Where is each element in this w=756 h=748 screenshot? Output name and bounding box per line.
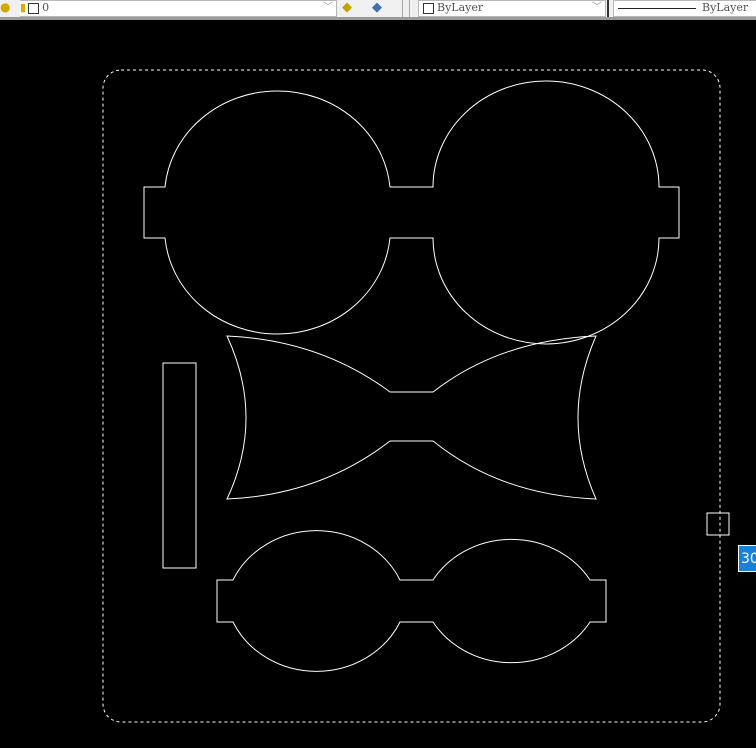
layer-color-swatch bbox=[28, 2, 40, 14]
center-strap-shape[interactable] bbox=[162, 362, 197, 569]
toolbar-separator bbox=[402, 0, 410, 17]
layer-state-icons[interactable]: ● bbox=[0, 0, 18, 15]
toolbar-separator bbox=[607, 0, 609, 17]
drawing-canvas[interactable] bbox=[0, 20, 756, 748]
linetype-dropdown[interactable]: ByLayer bbox=[613, 0, 756, 17]
grip-square[interactable] bbox=[706, 512, 730, 536]
color-dropdown[interactable]: ByLayer ﹀ bbox=[418, 0, 606, 17]
layer-freeze-icon: ▮ bbox=[20, 1, 27, 14]
color-swatch bbox=[423, 2, 434, 14]
linetype-value: ByLayer bbox=[702, 1, 749, 14]
large-bow-shape[interactable] bbox=[143, 80, 680, 345]
color-value: ByLayer bbox=[437, 1, 484, 14]
dynamic-input-box[interactable]: 30 bbox=[738, 545, 756, 572]
properties-toolbar: ● ▮ 0 ﹀ ◆ ◆ ByLayer ﹀ ByLayer bbox=[0, 0, 756, 20]
chevron-down-icon: ﹀ bbox=[592, 2, 602, 13]
layer-previous-icon[interactable]: ◆ bbox=[372, 0, 390, 15]
chevron-down-icon: ﹀ bbox=[323, 2, 333, 13]
linetype-preview bbox=[618, 7, 696, 9]
layer-name: 0 bbox=[42, 1, 50, 14]
small-bow-shape[interactable] bbox=[216, 530, 607, 672]
tails-shape[interactable] bbox=[226, 335, 597, 500]
layer-dropdown[interactable]: ▮ 0 ﹀ bbox=[20, 0, 337, 17]
make-layer-current-icon[interactable]: ◆ bbox=[342, 0, 360, 15]
